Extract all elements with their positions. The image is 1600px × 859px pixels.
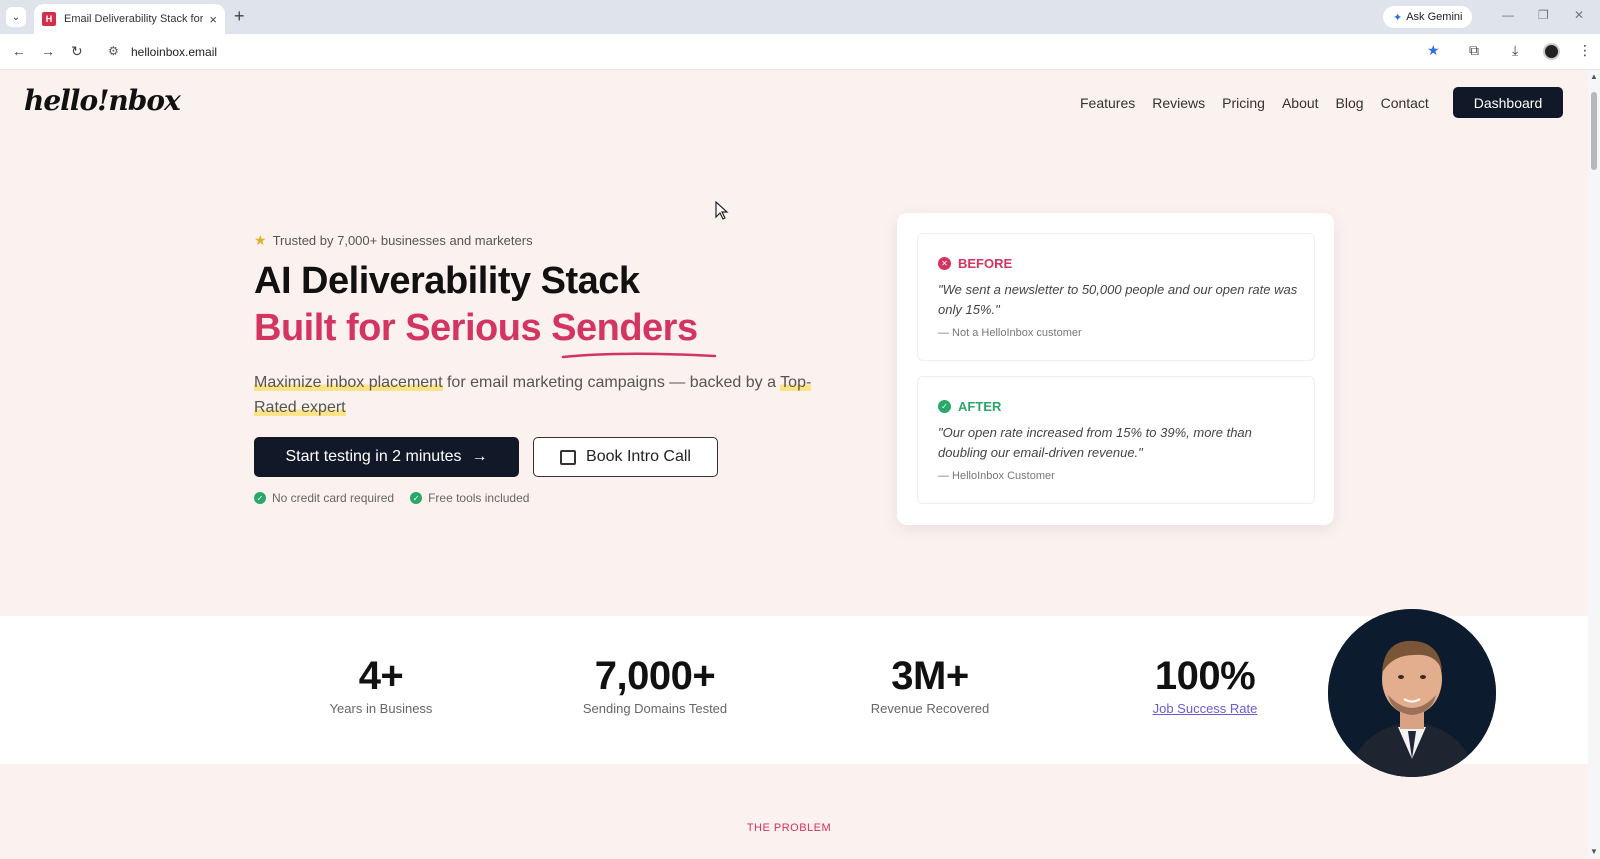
expert-avatar [1328,609,1496,777]
star-icon: ★ [254,232,267,248]
stat-item: 3M+ Revenue Recovered [810,654,1050,716]
gemini-icon: ✦ [1393,11,1403,24]
after-quote-author: — HelloInbox Customer [938,470,1055,482]
stat-value: 100% [1154,654,1256,698]
address-bar[interactable]: helloinbox.email [131,45,217,59]
book-intro-call-button[interactable]: Book Intro Call [533,437,718,477]
new-tab-icon[interactable]: + [234,6,245,27]
site-info-icon[interactable]: ⚙ [108,44,119,58]
trusted-badge: ★ Trusted by 7,000+ businesses and marke… [254,232,533,249]
stat-label: Years in Business [329,701,433,716]
hero-title-line1: AI Deliverability Stack [254,260,640,302]
after-label-text: AFTER [958,399,1002,414]
scroll-down-icon[interactable]: ▼ [1590,847,1598,856]
trusted-text: Trusted by 7,000+ businesses and markete… [272,233,533,248]
download-icon[interactable]: ⤓ [1512,42,1518,59]
stat-value: 4+ [358,654,404,698]
before-label-text: BEFORE [958,256,1013,271]
tab-close-icon[interactable]: × [209,12,217,27]
check-circle-icon: ✓ [938,400,951,413]
browser-tab[interactable]: H Email Deliverability Stack for Se × [34,4,225,34]
check-circle-icon: ✓ [254,492,266,504]
stat-label: Sending Domains Tested [582,701,728,716]
minimize-icon[interactable]: — [1502,8,1514,22]
site-logo[interactable]: hello!nbox [24,84,181,117]
calendar-icon [560,449,577,465]
mouse-cursor-icon [715,201,729,220]
restore-icon[interactable]: ❐ [1538,8,1549,22]
subtitle-highlight-1: Maximize inbox placement [254,374,443,391]
check-circle-icon: ✓ [410,492,423,504]
forward-icon[interactable]: → [41,43,55,59]
more-menu-icon[interactable]: ⋮ [1578,42,1592,59]
arrow-right-icon: → [471,448,488,465]
check-label: No credit card required [272,491,395,505]
book-intro-call-label: Book Intro Call [586,448,691,465]
stat-label: Revenue Recovered [870,701,990,716]
page-scrollbar[interactable]: ▲ ▼ [1588,70,1600,859]
nav-link-pricing[interactable]: Pricing [1222,95,1265,111]
stat-item: 4+ Years in Business [261,654,501,716]
check-item: ✓ Free tools included [410,491,529,505]
title-underline-decoration [561,352,717,359]
hero-subtitle: Maximize inbox placement for email marke… [254,370,814,420]
before-quote-text: "We sent a newsletter to 50,000 people a… [938,282,1298,317]
back-icon[interactable]: ← [12,43,26,59]
nav-link-reviews[interactable]: Reviews [1152,95,1205,111]
close-window-icon[interactable]: ✕ [1574,8,1584,22]
job-success-rate-link[interactable]: Job Success Rate [1085,701,1325,716]
section-eyebrow: THE PROBLEM [746,822,832,834]
check-item: ✓ No credit card required [254,491,394,505]
before-quote: ✕ BEFORE "We sent a newsletter to 50,000… [917,233,1315,361]
stat-item: 100% Job Success Rate [1085,654,1325,716]
x-circle-icon: ✕ [938,257,951,270]
expert-portrait-image [1328,609,1496,777]
browser-toolbar: ← → ↻ ⚙ helloinbox.email ★ ⧉ ⤓ ⋮ [0,34,1600,70]
bookmark-star-icon[interactable]: ★ [1427,42,1440,59]
stat-item: 7,000+ Sending Domains Tested [535,654,775,716]
after-quote: ✓ AFTER "Our open rate increased from 15… [917,376,1315,504]
start-testing-label: Start testing in 2 minutes [285,448,462,465]
stat-value: 7,000+ [594,654,716,698]
stat-value: 3M+ [891,654,969,698]
extensions-icon[interactable]: ⧉ [1469,42,1479,59]
favicon-icon: H [42,12,56,26]
reload-icon[interactable]: ↻ [71,43,83,60]
after-label: ✓ AFTER [938,399,1001,414]
before-after-card: ✕ BEFORE "We sent a newsletter to 50,000… [897,213,1334,525]
nav-link-about[interactable]: About [1282,95,1319,111]
dashboard-button[interactable]: Dashboard [1453,87,1563,118]
main-nav: Features Reviews Pricing About Blog Cont… [1080,95,1429,111]
page-viewport: hello!nbox Features Reviews Pricing Abou… [0,70,1588,859]
ask-gemini-button[interactable]: ✦ Ask Gemini [1383,6,1473,28]
hero-title-line2: Built for Serious Senders [254,307,698,349]
scrollbar-thumb[interactable] [1591,92,1597,170]
start-testing-button[interactable]: Start testing in 2 minutes → [254,437,519,477]
before-quote-author: — Not a HelloInbox customer [938,327,1082,339]
nav-link-features[interactable]: Features [1080,95,1135,111]
before-label: ✕ BEFORE [938,256,1012,271]
check-label: Free tools included [428,491,530,505]
nav-link-blog[interactable]: Blog [1336,95,1364,111]
browser-tab-bar: ⌄ H Email Deliverability Stack for Se × … [0,0,1600,34]
hero-checks: ✓ No credit card required ✓ Free tools i… [254,491,529,505]
scroll-up-icon[interactable]: ▲ [1590,72,1598,81]
after-quote-text: "Our open rate increased from 15% to 39%… [938,425,1252,460]
profile-avatar-icon[interactable] [1543,43,1560,60]
ask-gemini-label: Ask Gemini [1406,11,1463,23]
subtitle-middle: for email marketing campaigns — backed b… [442,374,781,391]
tab-search-icon[interactable]: ⌄ [6,7,26,27]
nav-link-contact[interactable]: Contact [1381,95,1429,111]
tab-title: Email Deliverability Stack for Se [64,13,204,25]
